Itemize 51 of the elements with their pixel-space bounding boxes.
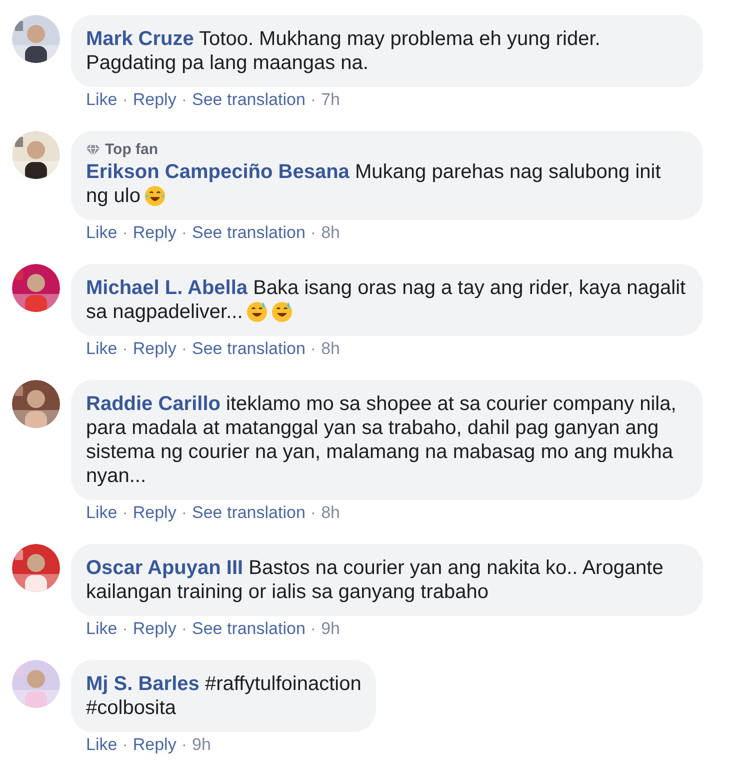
comment-action-link[interactable]: Reply — [132, 224, 176, 242]
separator-dot: · — [121, 224, 129, 242]
comment-action-link[interactable]: Reply — [132, 340, 176, 358]
separator-dot: · — [121, 340, 129, 358]
separator-dot: · — [180, 736, 188, 754]
separator-dot: · — [309, 224, 318, 242]
separator-dot: · — [121, 91, 129, 109]
comment-action-link[interactable]: See translation — [192, 224, 306, 242]
separator-dot: · — [121, 736, 129, 754]
comment-action-link[interactable]: Reply — [132, 736, 176, 754]
comment-action-link[interactable]: See translation — [192, 91, 306, 109]
comment-text: Mark Cruze Totoo. Mukhang may problema eh yung rider. Pagdating pa lang maangas na. — [86, 27, 602, 75]
comment-text: Oscar Apuyan III Bastos na courier yan ang nakita ko.. Arogante kailangan training or ialis sa ganyang trabaho — [86, 556, 664, 604]
comment-time[interactable]: 9h — [192, 736, 211, 754]
comment-action-link[interactable]: Like — [86, 504, 118, 522]
top-fan-label: Top fan — [105, 141, 158, 158]
comment-text: Erikson Campeciño Besana Mukang parehas nag salubong init ng ulo — [86, 160, 662, 208]
comment-time[interactable]: 8h — [321, 224, 340, 242]
separator-dot: · — [180, 224, 188, 242]
comment-action-link[interactable]: See translation — [192, 620, 306, 638]
comment-action-link[interactable]: See translation — [192, 340, 306, 358]
separator-dot: · — [309, 91, 318, 109]
comment-action-link[interactable]: Reply — [132, 91, 176, 109]
separator-dot: · — [121, 504, 129, 522]
comment-time[interactable]: 8h — [321, 340, 340, 358]
laughing-tears-icon — [144, 185, 166, 207]
comment-text: Mj S. Barles #raffytulfoinaction #colbosita — [86, 672, 362, 720]
comment-action-link[interactable]: Like — [86, 340, 118, 358]
comment-action-link[interactable]: Like — [86, 91, 118, 109]
comment-time[interactable]: 8h — [321, 504, 340, 522]
separator-dot: · — [309, 620, 318, 638]
separator-dot: · — [309, 340, 318, 358]
comment-action-link[interactable]: Reply — [132, 504, 176, 522]
separator-dot: · — [180, 91, 188, 109]
separator-dot: · — [180, 504, 188, 522]
separator-dot: · — [309, 504, 318, 522]
comment-text: Michael L. Abella Baka isang oras nag a tay ang rider, kaya nagalit sa nagpadeliver... — [86, 276, 687, 324]
comment-time[interactable]: 9h — [321, 620, 340, 638]
comment-time[interactable]: 7h — [321, 91, 340, 109]
comment-action-link[interactable]: See translation — [192, 504, 306, 522]
sweat-smile-icon — [270, 301, 293, 323]
comment-action-link[interactable]: Like — [86, 620, 118, 638]
separator-dot: · — [121, 620, 129, 638]
sweat-smile-icon — [246, 301, 268, 323]
diamond-icon — [86, 144, 100, 156]
comment-action-link[interactable]: Like — [86, 736, 118, 754]
comment-action-link[interactable]: Like — [86, 224, 118, 242]
comment-text: Raddie Carillo iteklamo mo sa shopee at sa courier company nila, para madala at matanggal yan sa trabaho, dahil pag ganyan ang sistema ng courier na yan, malamang na mabasag mo ang mukha nyan... — [86, 392, 678, 488]
comment-action-link[interactable]: Reply — [132, 620, 176, 638]
separator-dot: · — [180, 340, 188, 358]
separator-dot: · — [180, 620, 188, 638]
